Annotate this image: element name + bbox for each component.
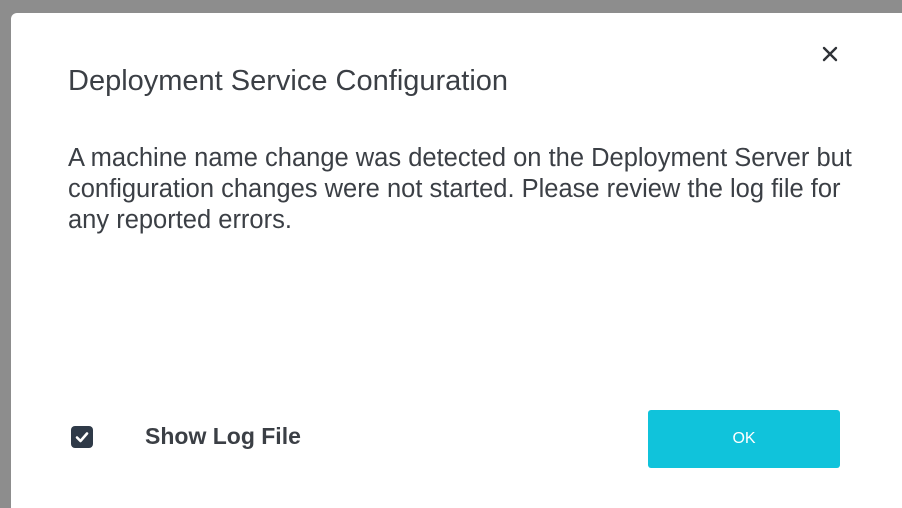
close-button[interactable] — [817, 41, 843, 67]
deployment-config-dialog: Deployment Service Configuration A machi… — [11, 13, 902, 508]
ok-button[interactable]: OK — [648, 410, 840, 468]
show-log-file-checkbox[interactable]: Show Log File — [71, 423, 301, 450]
dialog-message: A machine name change was detected on th… — [68, 144, 852, 234]
checkbox-checked[interactable] — [71, 425, 93, 448]
checkmark-icon — [75, 431, 89, 442]
show-log-file-label: Show Log File — [145, 423, 301, 449]
close-icon — [822, 46, 838, 62]
dialog-title: Deployment Service Configuration — [68, 65, 509, 97]
